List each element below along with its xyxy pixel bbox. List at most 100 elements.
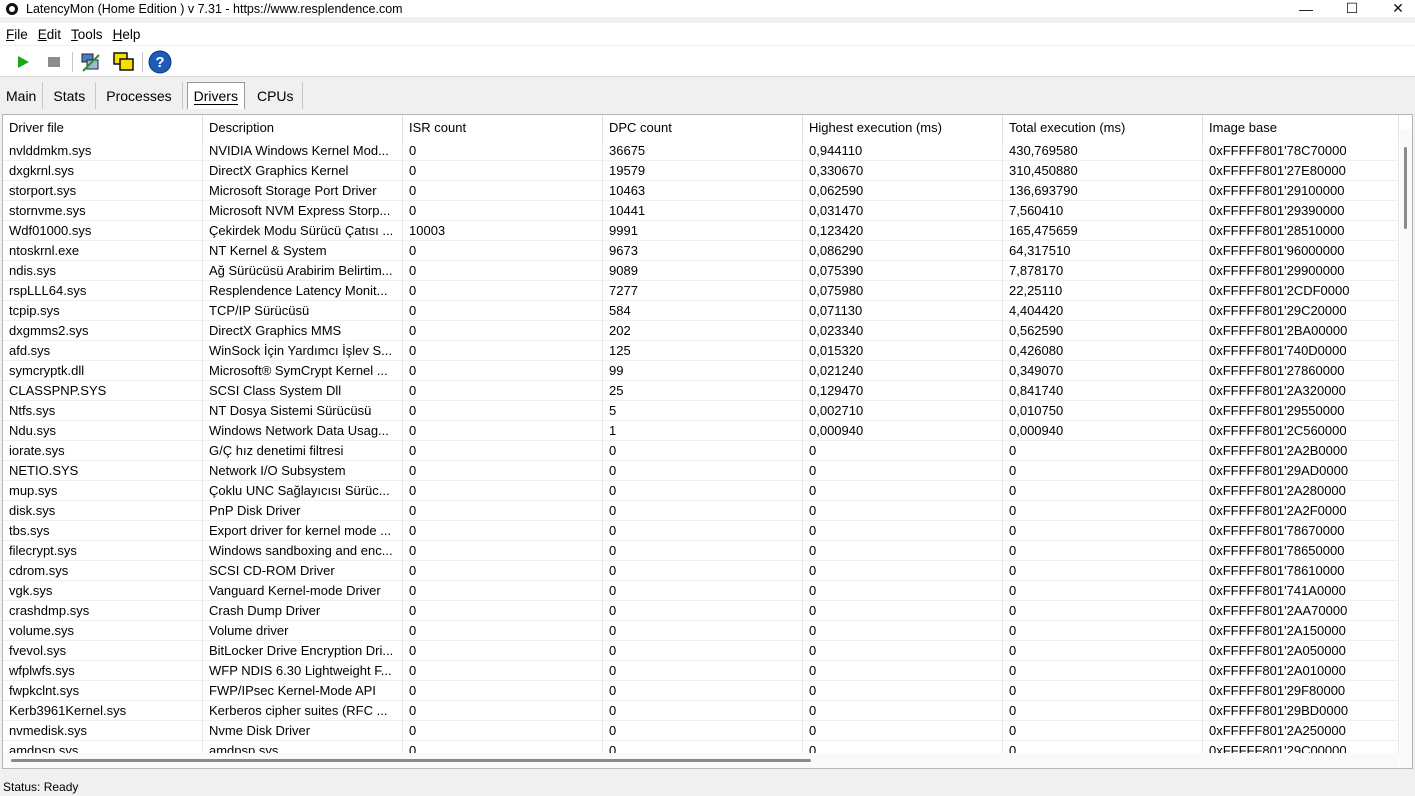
table-cell: Kerberos cipher suites (RFC ... (203, 701, 403, 721)
driver-icon[interactable] (78, 50, 104, 74)
table-cell: 0 (803, 541, 1003, 561)
table-cell: Microsoft NVM Express Storp... (203, 201, 403, 221)
table-row[interactable]: mup.sys Çoklu UNC Sağlayıcısı Sürüc... 0 0 0… (3, 481, 1399, 501)
table-cell: 0 (603, 501, 803, 521)
table-cell: 430,769580 (1003, 141, 1203, 161)
scroll-thumb[interactable] (1404, 147, 1407, 229)
table-row[interactable]: tbs.sys Export driver for kernel mode ...… (3, 521, 1399, 541)
tab-cpus[interactable]: CPUs (249, 82, 303, 109)
table-row[interactable]: ndis.sys Ağ Sürücüsü Arabirim Belirtim...… (3, 261, 1399, 281)
table-cell: nvlddmkm.sys (3, 141, 203, 161)
table-row[interactable]: fwpkclnt.sys FWP/IPsec Kernel-Mode API 0 0 0… (3, 681, 1399, 701)
column-header[interactable]: Image base (1203, 115, 1399, 141)
tab-processes[interactable]: Processes (96, 82, 183, 109)
menu-tools[interactable]: Tools (66, 27, 107, 42)
table-row[interactable]: dxgkrnl.sys DirectX Graphics Kernel 0 19579… (3, 161, 1399, 181)
table-cell: 0 (403, 561, 603, 581)
table-row[interactable]: dxgmms2.sys DirectX Graphics MMS 0 202 0,023… (3, 321, 1399, 341)
toolbar-separator (142, 52, 143, 72)
menu-bar: File Edit Tools Help (0, 23, 1415, 45)
table-cell: 0 (603, 641, 803, 661)
table-cell: 7,878170 (1003, 261, 1203, 281)
windows-icon[interactable] (110, 50, 136, 74)
table-row[interactable]: disk.sys PnP Disk Driver 0 0 0 0 0xFFFFF801'2A… (3, 501, 1399, 521)
table-cell: TCP/IP Sürücüsü (203, 301, 403, 321)
table-row[interactable]: stornvme.sys Microsoft NVM Express Storp.… (3, 201, 1399, 221)
drivers-table[interactable]: Driver file Description ISR count DPC co… (2, 114, 1413, 769)
table-cell: 0xFFFFF801'2A2F0000 (1203, 501, 1399, 521)
table-row[interactable]: amdpsp.sys amdpsp.sys 0 0 0 0 0xFFFFF801'29C00… (3, 741, 1399, 753)
table-row[interactable]: iorate.sys G/Ç hız denetimi filtresi 0 0 0 0 0… (3, 441, 1399, 461)
table-cell: mup.sys (3, 481, 203, 501)
table-row[interactable]: volume.sys Volume driver 0 0 0 0 0xFFFFF801'2A… (3, 621, 1399, 641)
table-cell: amdpsp.sys (3, 741, 203, 753)
table-row[interactable]: vgk.sys Vanguard Kernel-mode Driver 0 0 0 0 0x… (3, 581, 1399, 601)
table-row[interactable]: wfplwfs.sys WFP NDIS 6.30 Lightweight F..… (3, 661, 1399, 681)
stop-icon[interactable] (41, 50, 67, 74)
table-row[interactable]: CLASSPNP.SYS SCSI Class System Dll 0 25 0,12… (3, 381, 1399, 401)
tab-main[interactable]: Main (0, 82, 44, 109)
table-row[interactable]: cdrom.sys SCSI CD-ROM Driver 0 0 0 0 0xFFFFF80… (3, 561, 1399, 581)
table-cell: 0 (403, 361, 603, 381)
table-cell: 0,129470 (803, 381, 1003, 401)
column-header[interactable]: Description (203, 115, 403, 141)
table-cell: 136,693790 (1003, 181, 1203, 201)
column-header[interactable]: DPC count (603, 115, 803, 141)
table-row[interactable]: ntoskrnl.exe NT Kernel & System 0 9673 0,086… (3, 241, 1399, 261)
maximize-button[interactable]: ☐ (1329, 0, 1375, 17)
table-cell: 0 (1003, 681, 1203, 701)
play-icon[interactable] (10, 50, 36, 74)
table-cell: 0 (603, 701, 803, 721)
table-row[interactable]: nvlddmkm.sys NVIDIA Windows Kernel Mod...… (3, 141, 1399, 161)
table-cell: 0xFFFFF801'29AD0000 (1203, 461, 1399, 481)
table-row[interactable]: rspLLL64.sys Resplendence Latency Monit..… (3, 281, 1399, 301)
table-row[interactable]: symcryptk.dll Microsoft® SymCrypt Kernel … (3, 361, 1399, 381)
table-row[interactable]: afd.sys WinSock İçin Yardımcı İşlev S... 0… (3, 341, 1399, 361)
scroll-thumb[interactable] (11, 759, 811, 762)
horizontal-scrollbar[interactable] (3, 753, 1399, 768)
vertical-scrollbar[interactable] (1400, 129, 1412, 768)
table-row[interactable]: NETIO.SYS Network I/O Subsystem 0 0 0 0 0xFFFF… (3, 461, 1399, 481)
minimize-button[interactable]: — (1283, 0, 1329, 17)
tab-stats[interactable]: Stats (43, 82, 97, 109)
column-header[interactable]: ISR count (403, 115, 603, 141)
table-cell: 0 (603, 741, 803, 753)
table-row[interactable]: Ndu.sys Windows Network Data Usag... 0 1 0,0… (3, 421, 1399, 441)
table-row[interactable]: Kerb3961Kernel.sys Kerberos cipher suites… (3, 701, 1399, 721)
table-cell: Resplendence Latency Monit... (203, 281, 403, 301)
table-row[interactable]: Wdf01000.sys Çekirdek Modu Sürücü Çatısı … (3, 221, 1399, 241)
table-cell: 0 (403, 281, 603, 301)
table-cell: 0 (403, 481, 603, 501)
table-cell: 0,062590 (803, 181, 1003, 201)
menu-file[interactable]: File (1, 27, 32, 42)
close-button[interactable]: ✕ (1375, 0, 1415, 17)
table-cell: 0 (403, 141, 603, 161)
table-cell: dxgkrnl.sys (3, 161, 203, 181)
table-row[interactable]: filecrypt.sys Windows sandboxing and enc.… (3, 541, 1399, 561)
table-row[interactable]: tcpip.sys TCP/IP Sürücüsü 0 584 0,071130 4,40… (3, 301, 1399, 321)
table-row[interactable]: Ntfs.sys NT Dosya Sistemi Sürücüsü 0 5 0,002… (3, 401, 1399, 421)
table-row[interactable]: storport.sys Microsoft Storage Port Drive… (3, 181, 1399, 201)
column-header[interactable]: Total execution (ms) (1003, 115, 1203, 141)
table-cell: 0,349070 (1003, 361, 1203, 381)
table-cell: amdpsp.sys (203, 741, 403, 753)
table-cell: 0 (603, 521, 803, 541)
tab-drivers[interactable]: Drivers (186, 82, 245, 109)
help-icon[interactable]: ? (147, 50, 173, 74)
table-cell: 99 (603, 361, 803, 381)
table-row[interactable]: crashdmp.sys Crash Dump Driver 0 0 0 0 0xFFFFF… (3, 601, 1399, 621)
column-header[interactable]: Driver file (3, 115, 203, 141)
table-cell: Ntfs.sys (3, 401, 203, 421)
table-cell: Volume driver (203, 621, 403, 641)
table-cell: 0 (403, 241, 603, 261)
table-cell: NT Dosya Sistemi Sürücüsü (203, 401, 403, 421)
table-cell: BitLocker Drive Encryption Dri... (203, 641, 403, 661)
menu-edit[interactable]: Edit (33, 27, 65, 42)
table-cell: 0 (803, 741, 1003, 753)
column-header[interactable]: Highest execution (ms) (803, 115, 1003, 141)
table-cell: 0,015320 (803, 341, 1003, 361)
menu-help[interactable]: Help (108, 27, 145, 42)
table-row[interactable]: fvevol.sys BitLocker Drive Encryption Dri… (3, 641, 1399, 661)
table-cell: 0 (403, 701, 603, 721)
table-row[interactable]: nvmedisk.sys Nvme Disk Driver 0 0 0 0 0xFFFFF8… (3, 721, 1399, 741)
